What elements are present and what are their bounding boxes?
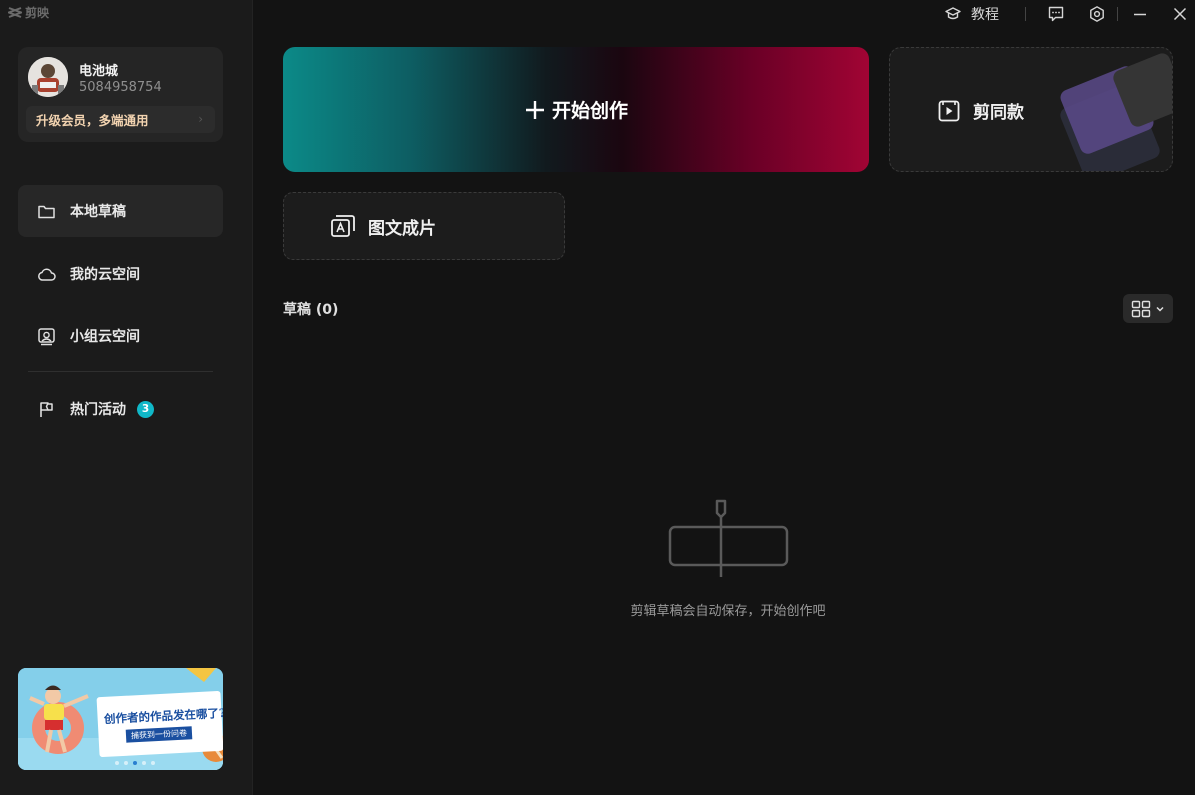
drafts-header: 草稿 (0) bbox=[283, 299, 338, 319]
empty-drafts-message: 剪辑草稿会自动保存，开始创作吧 bbox=[630, 604, 826, 619]
team-cloud-icon bbox=[38, 327, 55, 345]
template-button[interactable]: 剪同款 bbox=[889, 47, 1173, 172]
user-card[interactable]: 电池城 5084958754 升级会员，多端通用 › bbox=[18, 47, 223, 142]
template-icon bbox=[938, 100, 960, 121]
flag-icon bbox=[40, 401, 53, 417]
sidebar-item-label: 本地草稿 bbox=[70, 204, 126, 220]
tutorial-button[interactable]: 教程 bbox=[944, 4, 999, 24]
capcut-logo-icon bbox=[8, 6, 22, 18]
feedback-icon bbox=[1048, 6, 1064, 22]
close-button[interactable] bbox=[1170, 4, 1190, 24]
minimize-button[interactable] bbox=[1130, 4, 1150, 24]
upgrade-vip-label: 升级会员，多端通用 bbox=[36, 113, 149, 128]
image-text-video-button[interactable]: 图文成片 bbox=[283, 192, 565, 260]
carousel-indicator[interactable] bbox=[115, 761, 155, 765]
chevron-right-icon: › bbox=[198, 112, 203, 126]
plus-icon bbox=[525, 100, 544, 119]
titlebar-divider bbox=[1117, 7, 1118, 21]
user-id: 5084958754 bbox=[79, 80, 162, 95]
sidebar-divider bbox=[28, 371, 213, 372]
template-content: 剪同款 bbox=[937, 98, 1024, 123]
view-mode-dropdown[interactable] bbox=[1123, 294, 1173, 323]
minimize-icon bbox=[1134, 13, 1146, 16]
folder-icon bbox=[38, 205, 55, 218]
image-text-icon bbox=[331, 215, 355, 237]
sidebar-item-hot-events[interactable]: 热门活动 3 bbox=[18, 383, 223, 435]
sidebar: 剪映 电池城 5084958754 升级会员，多端通用 › 本地草稿 我的云空间… bbox=[0, 0, 253, 795]
titlebar-divider bbox=[1025, 7, 1026, 21]
start-creating-label: 开始创作 bbox=[551, 100, 628, 122]
chevron-down-icon bbox=[1156, 306, 1164, 312]
drafts-count: (0) bbox=[315, 302, 339, 318]
sidebar-item-label: 小组云空间 bbox=[70, 329, 140, 345]
avatar[interactable] bbox=[28, 57, 68, 97]
grid-view-icon bbox=[1131, 300, 1151, 317]
template-decoration bbox=[1060, 53, 1172, 171]
promo-banner[interactable]: 创作者的作品发在哪了? 捕获到一份问卷 bbox=[18, 668, 223, 770]
sidebar-item-my-cloud[interactable]: 我的云空间 bbox=[18, 248, 223, 300]
notification-badge: 3 bbox=[137, 400, 154, 418]
sidebar-item-label: 我的云空间 bbox=[70, 267, 140, 283]
feedback-button[interactable] bbox=[1046, 4, 1066, 24]
settings-icon bbox=[1090, 6, 1104, 22]
sidebar-item-label: 热门活动 bbox=[70, 402, 126, 418]
drafts-title: 草稿 bbox=[283, 302, 311, 318]
graduation-cap-icon bbox=[945, 7, 961, 20]
cloud-icon bbox=[38, 268, 56, 281]
app-window: 剪映 电池城 5084958754 升级会员，多端通用 › 本地草稿 我的云空间… bbox=[0, 0, 1195, 795]
template-label: 剪同款 bbox=[973, 103, 1024, 123]
app-logo: 剪映 bbox=[8, 3, 49, 21]
user-name: 电池城 bbox=[79, 64, 119, 79]
tutorial-label: 教程 bbox=[971, 7, 999, 23]
app-logo-text: 剪映 bbox=[25, 5, 50, 20]
start-creating-button[interactable]: 开始创作 bbox=[283, 47, 869, 172]
sidebar-item-local-drafts[interactable]: 本地草稿 bbox=[18, 185, 223, 237]
upgrade-vip-button[interactable]: 升级会员，多端通用 › bbox=[26, 106, 215, 133]
settings-button[interactable] bbox=[1087, 4, 1107, 24]
close-icon bbox=[1173, 7, 1187, 21]
image-text-label: 图文成片 bbox=[368, 218, 436, 239]
empty-drafts-illustration bbox=[668, 499, 789, 577]
sidebar-item-team-cloud[interactable]: 小组云空间 bbox=[18, 310, 223, 362]
